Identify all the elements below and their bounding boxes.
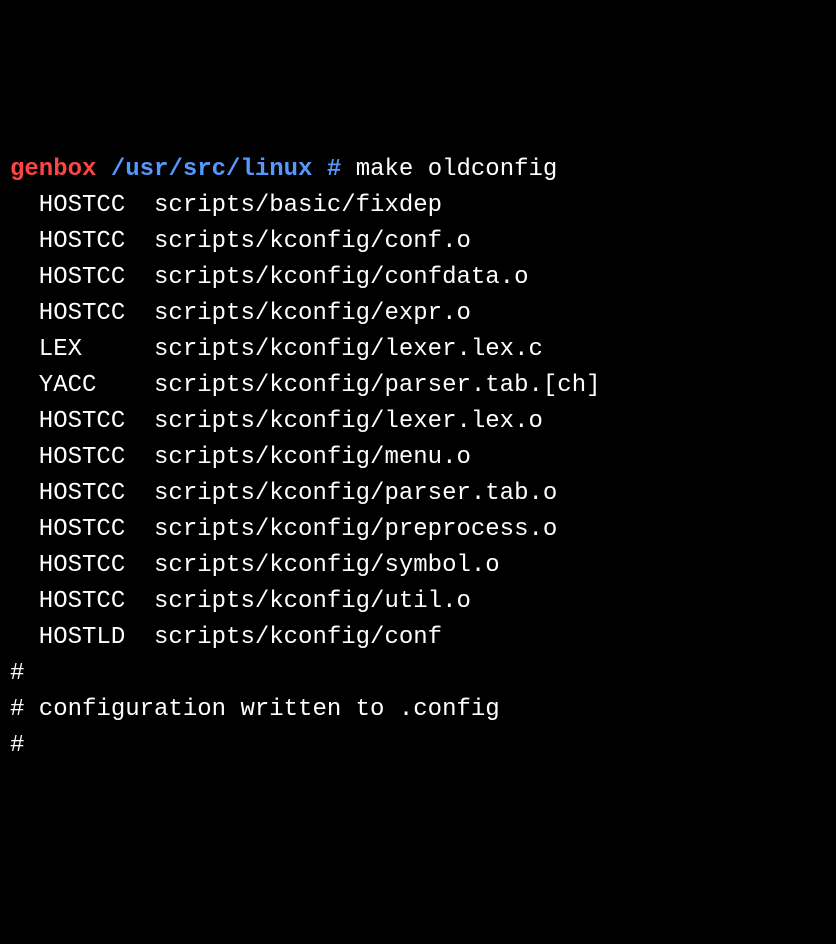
- terminal-output: genbox /usr/src/linux # make oldconfig H…: [10, 152, 826, 764]
- build-output: HOSTCC scripts/basic/fixdep HOSTCC scrip…: [10, 188, 826, 656]
- build-line: HOSTCC scripts/kconfig/menu.o: [10, 440, 826, 476]
- build-line: HOSTCC scripts/kconfig/confdata.o: [10, 260, 826, 296]
- hostname: genbox: [10, 156, 96, 183]
- footer-line-1: #: [10, 656, 826, 692]
- command-text: make oldconfig: [356, 156, 558, 183]
- build-line: LEX scripts/kconfig/lexer.lex.c: [10, 332, 826, 368]
- prompt-hash: #: [327, 156, 341, 183]
- build-line: HOSTCC scripts/kconfig/parser.tab.o: [10, 476, 826, 512]
- footer-line-2: # configuration written to .config: [10, 692, 826, 728]
- build-line: HOSTCC scripts/kconfig/lexer.lex.o: [10, 404, 826, 440]
- footer-line-3: #: [10, 728, 826, 764]
- prompt-line: genbox /usr/src/linux # make oldconfig: [10, 152, 826, 188]
- build-line: HOSTCC scripts/kconfig/conf.o: [10, 224, 826, 260]
- current-path: /usr/src/linux: [111, 156, 313, 183]
- build-line: HOSTCC scripts/basic/fixdep: [10, 188, 826, 224]
- build-line: HOSTCC scripts/kconfig/symbol.o: [10, 548, 826, 584]
- build-line: YACC scripts/kconfig/parser.tab.[ch]: [10, 368, 826, 404]
- build-line: HOSTCC scripts/kconfig/preprocess.o: [10, 512, 826, 548]
- build-line: HOSTCC scripts/kconfig/util.o: [10, 584, 826, 620]
- build-line: HOSTLD scripts/kconfig/conf: [10, 620, 826, 656]
- build-line: HOSTCC scripts/kconfig/expr.o: [10, 296, 826, 332]
